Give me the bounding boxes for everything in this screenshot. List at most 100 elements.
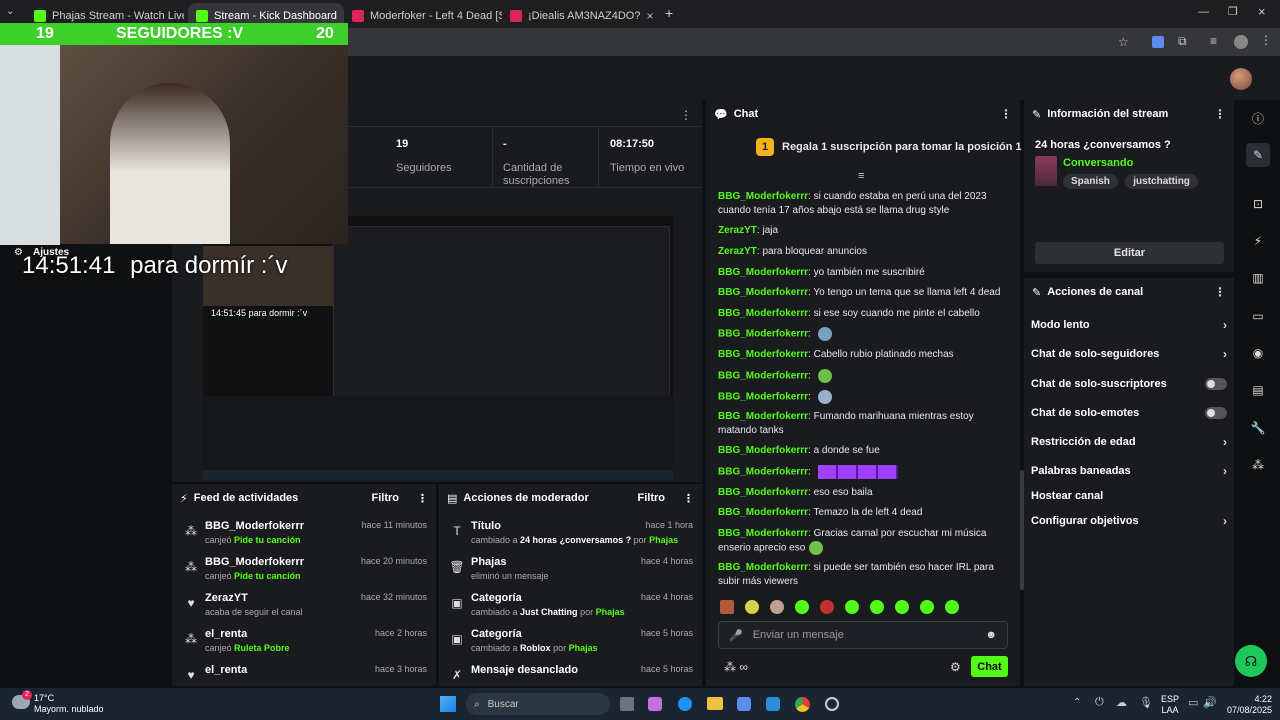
more-options-icon[interactable]: ⋮ <box>1214 107 1226 121</box>
chat-message[interactable]: BBG_Moderfokerrr: <box>718 390 1008 405</box>
chat-message[interactable]: BBG_Moderfokerrr: si cuando estaba en pe… <box>718 190 1008 218</box>
chat-username[interactable]: BBG_Moderfokerrr <box>718 467 808 478</box>
chat-message[interactable]: BBG_Moderfokerrr: yo también me suscribi… <box>718 266 1008 280</box>
channel-action-item[interactable]: Chat de solo-suscriptores <box>1031 374 1227 394</box>
bookmark-star-icon[interactable]: ☆ <box>1118 35 1129 49</box>
users-icon[interactable]: ⁂ ∞ <box>724 660 748 674</box>
chat-icon[interactable]: ▭ <box>1246 304 1270 328</box>
emote-icon[interactable] <box>945 600 959 614</box>
chat-username[interactable]: BBG_Moderfokerrr <box>718 487 808 498</box>
more-options-icon[interactable]: ⋮ <box>683 492 694 505</box>
channel-action-item[interactable]: Modo lento › <box>1031 315 1227 335</box>
app-icon[interactable] <box>825 697 839 711</box>
emote-icon[interactable] <box>820 600 834 614</box>
extensions-icon[interactable]: ⧉ <box>1178 34 1187 49</box>
chat-message[interactable]: ZerazYT: para bloquear anuncios <box>718 245 1008 259</box>
chat-input[interactable]: 🎤 Enviar un mensaje ☻ <box>718 621 1008 649</box>
chat-message[interactable]: BBG_Moderfokerrr: Cabello rubio platinad… <box>718 348 1008 362</box>
info-icon[interactable]: ⓘ <box>1246 106 1270 130</box>
battery-icon[interactable]: ⏻ <box>1095 696 1104 709</box>
store-icon[interactable] <box>766 697 780 711</box>
chat-message[interactable]: BBG_Moderfokerrr: <box>718 465 1008 480</box>
broadcast-icon[interactable]: ◉ <box>1246 341 1270 365</box>
list-item[interactable]: Mensaje desanclado hace 5 horas <box>471 664 693 679</box>
volume-icon[interactable]: 🔊 <box>1203 696 1217 709</box>
channel-action-item[interactable]: Hostear canal <box>1031 486 1227 506</box>
chevron-up-icon[interactable]: ⌃ <box>1073 697 1081 708</box>
channel-action-item[interactable]: Configurar objetivos › <box>1031 511 1227 531</box>
emote-icon[interactable] <box>870 600 884 614</box>
chat-message[interactable]: BBG_Moderfokerrr: si ese soy cuando me p… <box>718 307 1008 321</box>
list-item[interactable]: BBG_Moderfokerrr canjeó Pide tu canción ha… <box>205 556 427 581</box>
list-item[interactable]: el_renta hace 3 horas <box>205 664 427 679</box>
gear-icon[interactable]: ⚙ <box>950 660 961 674</box>
edit-icon[interactable]: ✎ <box>1246 143 1270 167</box>
edit-stream-button[interactable]: Editar <box>1035 242 1224 264</box>
list-item[interactable]: Phajas eliminó un mensaje hace 4 horas <box>471 556 693 581</box>
chat-username[interactable]: BBG_Moderfokerrr <box>718 507 808 518</box>
maximize-icon[interactable]: ❐ <box>1228 5 1238 18</box>
chrome-icon[interactable] <box>795 697 810 712</box>
emote-icon[interactable] <box>845 600 859 614</box>
document-icon[interactable]: ▥ <box>1246 266 1270 290</box>
chat-username[interactable]: BBG_Moderfokerrr <box>718 308 808 319</box>
chat-username[interactable]: BBG_Moderfokerrr <box>718 191 808 202</box>
close-icon[interactable]: × <box>646 9 653 23</box>
menu-icon[interactable]: ⋮ <box>1260 33 1272 47</box>
chat-message[interactable]: BBG_Moderfokerrr: a donde se fue <box>718 444 1008 458</box>
edge-icon[interactable] <box>678 697 692 711</box>
channel-action-item[interactable]: Chat de solo-emotes <box>1031 403 1227 423</box>
chat-username[interactable]: BBG_Moderfokerrr <box>718 267 808 278</box>
emote-icon[interactable] <box>745 600 759 614</box>
chat-username[interactable]: BBG_Moderfokerrr <box>718 287 808 298</box>
network-icon[interactable]: ▭ <box>1188 696 1198 709</box>
chat-message[interactable]: BBG_Moderfokerrr: eso eso baila <box>718 486 1008 500</box>
list-item[interactable]: ZerazYT acaba de seguir el canal hace 32 … <box>205 592 427 617</box>
file-explorer-icon[interactable] <box>707 697 723 710</box>
chat-message[interactable]: BBG_Moderfokerrr: Fumando marihuana mien… <box>718 410 1008 438</box>
emoji-icon[interactable]: ☻ <box>985 629 997 641</box>
filter-button[interactable]: Filtro <box>638 492 666 504</box>
cloud-icon[interactable]: ☁ <box>1116 696 1127 709</box>
windows-start-icon[interactable] <box>440 696 456 712</box>
list-item[interactable]: el_renta canjeó Ruleta Pobre hace 2 horas <box>205 628 427 653</box>
toggle-switch[interactable] <box>1205 407 1227 419</box>
chat-username[interactable]: BBG_Moderfokerrr <box>718 528 808 539</box>
chat-username[interactable]: BBG_Moderfokerrr <box>718 562 808 573</box>
filter-button[interactable]: Filtro <box>372 492 400 504</box>
tab-list-icon[interactable]: ⌄ <box>6 6 14 17</box>
users-icon[interactable]: ⁂ <box>1246 453 1270 477</box>
send-chat-button[interactable]: Chat <box>971 656 1008 677</box>
copilot-icon[interactable] <box>648 697 662 711</box>
chat-username[interactable]: ZerazYT <box>718 225 757 236</box>
more-options-icon[interactable]: ⋮ <box>1214 285 1226 299</box>
more-options-icon[interactable]: ⋮ <box>417 492 428 505</box>
focus-icon[interactable]: ⊡ <box>1246 192 1270 216</box>
collapse-icon[interactable]: ≡ <box>858 170 864 182</box>
more-options-icon[interactable]: ⋮ <box>680 108 692 122</box>
media-icon[interactable]: ≡ <box>1210 34 1217 48</box>
more-options-icon[interactable]: ⋮ <box>1000 107 1012 121</box>
chat-message[interactable]: BBG_Moderfokerrr: Yo tengo un tema que s… <box>718 286 1008 300</box>
teams-icon[interactable] <box>737 697 751 711</box>
chat-username[interactable]: BBG_Moderfokerrr <box>718 371 808 382</box>
chat-message[interactable]: BBG_Moderfokerrr: si puede ser también e… <box>718 561 1008 589</box>
language-indicator[interactable]: ESP LAA <box>1161 694 1179 716</box>
profile-icon[interactable] <box>1234 35 1248 49</box>
list-item[interactable]: Categoría cambiado a Roblox por Phajas hac… <box>471 628 693 653</box>
weather-widget[interactable]: 17°C Mayorm. nublado <box>34 693 104 715</box>
chat-username[interactable]: BBG_Moderfokerrr <box>718 329 808 340</box>
chat-message[interactable]: BBG_Moderfokerrr: Gracias carnal por esc… <box>718 527 1008 556</box>
emote-icon[interactable] <box>770 600 784 614</box>
wrench-icon[interactable]: 🔧 <box>1246 416 1270 440</box>
channel-action-item[interactable]: Chat de solo-seguidores › <box>1031 344 1227 364</box>
channel-action-item[interactable]: Restricción de edad › <box>1031 432 1227 452</box>
new-tab-icon[interactable]: + <box>665 5 673 21</box>
task-view-icon[interactable] <box>620 697 634 711</box>
microphone-icon[interactable]: 🎤 <box>729 629 743 642</box>
list-item[interactable]: Título cambiado a 24 horas ¿conversamos ?… <box>471 520 693 545</box>
category-name[interactable]: Conversando <box>1063 157 1133 169</box>
chat-username[interactable]: BBG_Moderfokerrr <box>718 349 808 360</box>
close-window-icon[interactable]: × <box>1258 4 1266 19</box>
chat-username[interactable]: BBG_Moderfokerrr <box>718 392 808 403</box>
